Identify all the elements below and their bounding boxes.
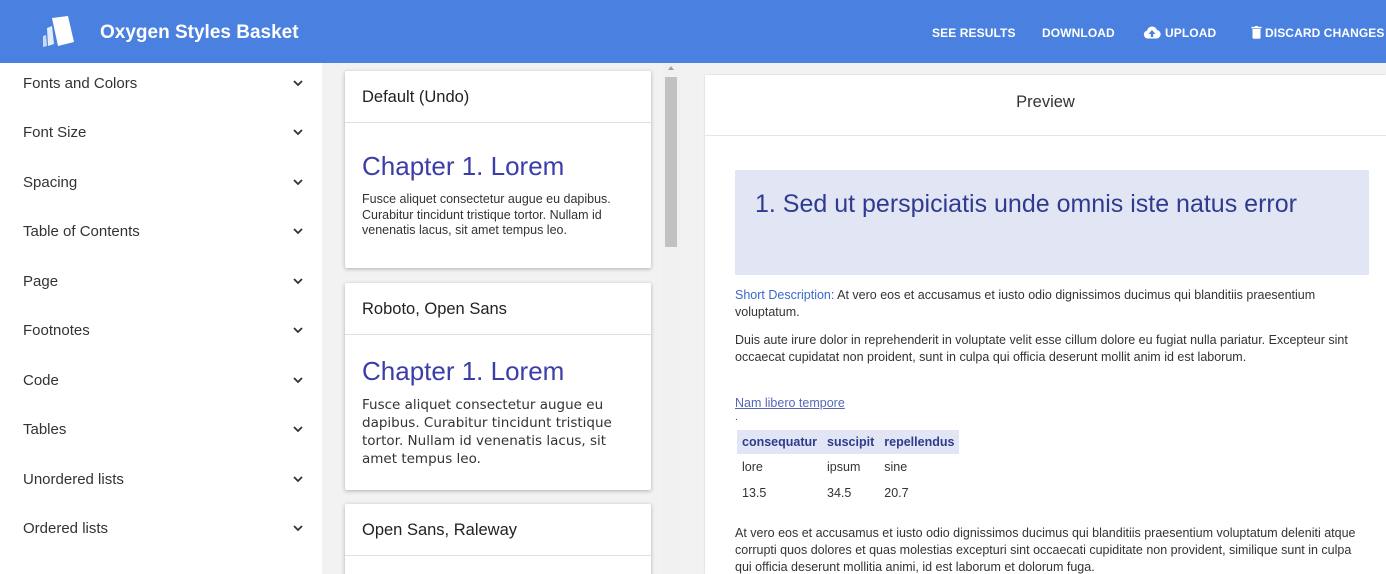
style-card-body: Fusce aliquet consectetur augue eu dapib…: [362, 397, 612, 467]
table-row: lore ipsum sine: [737, 454, 959, 480]
sidebar-item-label: Font Size: [23, 124, 87, 141]
sidebar-item-label: Spacing: [23, 174, 78, 191]
preview-heading-box: 1. Sed ut perspiciatis unde omnis iste n…: [735, 170, 1369, 275]
preview-dot: .: [735, 412, 738, 423]
table-header-row: consequatur suscipit repellendus: [737, 430, 960, 454]
style-card-open-sans-raleway[interactable]: Open Sans, Raleway: [345, 504, 651, 574]
style-cards-scrollbar[interactable]: [663, 63, 680, 574]
sidebar-item-label: Tables: [23, 421, 67, 438]
chevron-down-icon: [293, 327, 303, 334]
short-description-label: Short Description:: [735, 288, 835, 302]
style-card-title: Roboto, Open Sans: [362, 300, 507, 318]
table-header-cell: consequatur: [737, 430, 823, 454]
chevron-down-icon: [293, 426, 303, 433]
preview-paragraph: At vero eos et accusamus et iusto odio d…: [735, 526, 1356, 574]
scrollbar-thumb[interactable]: [665, 77, 677, 247]
sidebar-item-fonts-and-colors[interactable]: Fonts and Colors: [0, 63, 322, 111]
table-cell: 20.7: [884, 486, 909, 500]
sidebar-item-spacing[interactable]: Spacing: [0, 162, 322, 210]
style-cards-panel: Default (Undo) Chapter 1. Lorem Fusce al…: [322, 63, 685, 574]
chevron-down-icon: [293, 476, 303, 483]
style-categories-sidebar: Fonts and Colors Font Size Spacing Table…: [0, 63, 322, 574]
top-app-bar: Oxygen Styles Basket SEE RESULTS DOWNLOA…: [0, 0, 1386, 63]
chevron-down-icon: [293, 525, 303, 532]
style-card-body: Fusce aliquet consectetur augue eu dapib…: [362, 192, 611, 237]
chevron-down-icon: [293, 179, 303, 186]
sidebar-item-label: Ordered lists: [23, 520, 109, 537]
table-cell: ipsum: [827, 460, 861, 474]
sidebar-item-label: Page: [23, 273, 59, 290]
table-cell: sine: [884, 460, 908, 474]
sidebar-item-label: Footnotes: [23, 322, 90, 339]
preview-title: Preview: [1016, 93, 1075, 111]
sidebar-item-label: Fonts and Colors: [23, 75, 138, 92]
table-cell: lore: [742, 460, 763, 474]
chevron-down-icon: [293, 377, 303, 384]
table-cell: 34.5: [827, 486, 852, 500]
oxygen-logo-icon: [43, 16, 74, 47]
upload-label: UPLOAD: [1165, 26, 1217, 40]
card-divider: [345, 555, 651, 556]
preview-table: consequatur suscipit repellendus lore ip…: [737, 430, 960, 506]
card-divider: [345, 334, 651, 335]
table-row: 13.5 34.5 20.7: [737, 480, 959, 506]
short-description: Short Description: At vero eos et accusa…: [735, 287, 1365, 321]
upload-button[interactable]: UPLOAD: [1143, 26, 1216, 40]
table-cell: 13.5: [742, 486, 767, 500]
see-results-label: SEE RESULTS: [932, 26, 1016, 40]
sidebar-item-unordered-lists[interactable]: Unordered lists: [0, 459, 322, 507]
style-card-title: Open Sans, Raleway: [362, 521, 518, 539]
style-card-roboto-open-sans[interactable]: Roboto, Open Sans Chapter 1. Lorem Fusce…: [345, 283, 651, 490]
sidebar-item-label: Code: [23, 372, 59, 389]
style-card-title: Default (Undo): [362, 88, 470, 106]
discard-changes-label: DISCARD CHANGES: [1265, 26, 1385, 40]
sidebar-item-footnotes[interactable]: Footnotes: [0, 310, 322, 358]
chevron-down-icon: [293, 80, 303, 87]
app-title: Oxygen Styles Basket: [100, 22, 299, 43]
cloud-upload-icon: [1143, 26, 1161, 39]
discard-changes-button[interactable]: DISCARD CHANGES: [1251, 26, 1385, 40]
scroll-up-arrow-icon[interactable]: [668, 66, 674, 70]
preview-link[interactable]: Nam libero tempore: [735, 396, 845, 410]
preview-divider: [705, 135, 1386, 136]
style-card-default[interactable]: Default (Undo) Chapter 1. Lorem Fusce al…: [345, 71, 651, 268]
preview-panel: Preview 1. Sed ut perspiciatis unde omni…: [685, 63, 1386, 574]
preview-heading: 1. Sed ut perspiciatis unde omnis iste n…: [755, 190, 1297, 218]
style-card-heading: Chapter 1. Lorem: [362, 151, 565, 181]
sidebar-item-code[interactable]: Code: [0, 360, 322, 408]
chevron-down-icon: [293, 129, 303, 136]
chevron-down-icon: [293, 278, 303, 285]
sidebar-item-tables[interactable]: Tables: [0, 409, 322, 457]
trash-icon: [1251, 26, 1262, 39]
sidebar-item-label: Unordered lists: [23, 471, 124, 488]
see-results-button[interactable]: SEE RESULTS: [932, 26, 1016, 40]
download-label: DOWNLOAD: [1042, 26, 1115, 40]
style-card-heading: Chapter 1. Lorem: [362, 356, 565, 386]
sidebar-item-font-size[interactable]: Font Size: [0, 112, 322, 160]
sidebar-item-ordered-lists[interactable]: Ordered lists: [0, 508, 322, 556]
preview-card: Preview 1. Sed ut perspiciatis unde omni…: [705, 75, 1386, 574]
download-button[interactable]: DOWNLOAD: [1042, 26, 1115, 40]
table-header-cell: repellendus: [879, 430, 960, 454]
sidebar-item-page[interactable]: Page: [0, 261, 322, 309]
sidebar-item-table-of-contents[interactable]: Table of Contents: [0, 211, 322, 259]
sidebar-item-label: Table of Contents: [23, 223, 140, 240]
preview-paragraph: Duis aute irure dolor in reprehenderit i…: [735, 333, 1348, 364]
card-divider: [345, 122, 651, 123]
chevron-down-icon: [293, 228, 303, 235]
table-header-cell: suscipit: [822, 430, 880, 454]
